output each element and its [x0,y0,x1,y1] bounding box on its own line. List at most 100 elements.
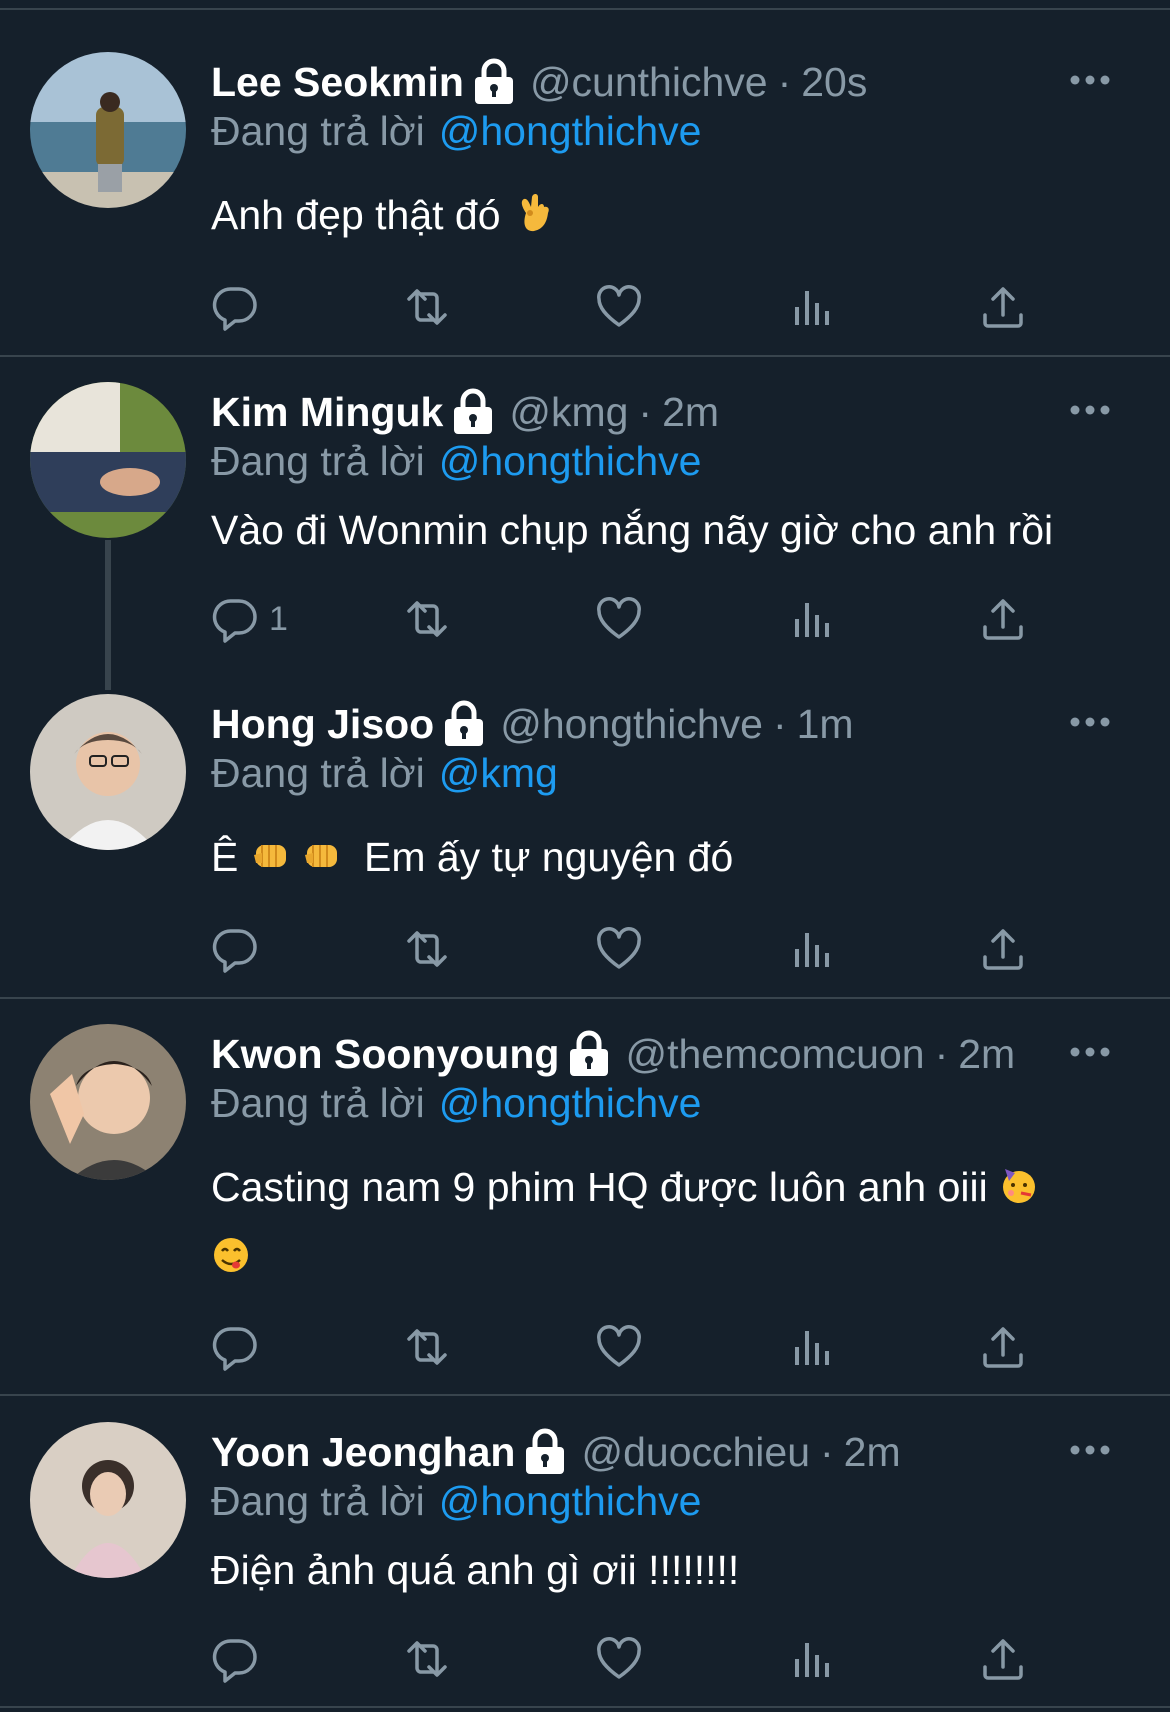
timestamp[interactable]: 2m [844,1428,901,1476]
yum-face-emoji-icon [211,1233,251,1277]
analytics-button[interactable] [787,924,835,974]
lock-icon [451,388,495,436]
avatar[interactable] [30,1422,186,1578]
avatar[interactable] [30,52,186,208]
separator: · [772,701,787,747]
analytics-button[interactable] [787,1634,835,1684]
more-options-icon[interactable] [1068,70,1112,90]
reply-icon [211,595,259,643]
like-icon [595,1635,643,1683]
separator: · [777,59,792,105]
like-icon [595,283,643,331]
reply-button[interactable] [211,1322,269,1372]
username[interactable]: @cunthichve [530,58,768,106]
retweet-icon [403,595,451,643]
top-divider [0,8,1170,10]
share-button[interactable] [979,924,1027,974]
more-options-icon[interactable] [1068,400,1112,420]
tweet-text: Điện ảnh quá anh gì ơii !!!!!!!! [211,1535,1111,1605]
more-options-icon[interactable] [1068,1042,1112,1062]
tweet-actions [211,924,1041,974]
share-button[interactable] [979,594,1027,644]
retweet-icon [403,1635,451,1683]
lock-icon [442,700,486,748]
tweet-actions [211,1634,1041,1684]
tweet-divider [0,1394,1170,1396]
replying-to-handle[interactable]: @hongthichve [439,1478,702,1524]
avatar[interactable] [30,382,186,538]
analytics-icon [787,283,835,331]
username[interactable]: @duocchieu [581,1428,810,1476]
timestamp[interactable]: 1m [797,700,854,748]
timestamp[interactable]: 20s [801,58,867,106]
timestamp[interactable]: 2m [958,1030,1015,1078]
replying-to-handle[interactable]: @hongthichve [439,1080,702,1126]
share-button[interactable] [979,282,1027,332]
reply-button[interactable] [211,1634,269,1684]
replying-to-handle[interactable]: @hongthichve [439,108,702,154]
retweet-button[interactable] [403,282,451,332]
tweet-header: Kwon Soonyoung @themcomcuon · 2m [211,1030,1015,1078]
ok-hand-emoji-icon [512,191,552,235]
tweet-header: Kim Minguk @kmg · 2m [211,388,719,436]
analytics-button[interactable] [787,282,835,332]
analytics-button[interactable] [787,1322,835,1372]
tweet-header: Lee Seokmin @cunthichve · 20s [211,58,867,106]
more-options-icon[interactable] [1068,1440,1112,1460]
lock-icon [472,58,516,106]
like-icon [595,925,643,973]
analytics-button[interactable] [787,594,835,644]
more-options-icon[interactable] [1068,712,1112,732]
username[interactable]: @hongthichve [500,700,763,748]
display-name[interactable]: Lee Seokmin [211,58,464,106]
timestamp[interactable]: 2m [662,388,719,436]
tweet-text: Ê Em ấy tự nguyện đó [211,822,1111,892]
share-button[interactable] [979,1634,1027,1684]
tweet-actions [211,1322,1041,1372]
username[interactable]: @themcomcuon [625,1030,924,1078]
display-name[interactable]: Kim Minguk [211,388,443,436]
tweet-text-content: Anh đẹp thật đó [211,192,501,238]
display-name[interactable]: Yoon Jeonghan [211,1428,515,1476]
retweet-icon [403,925,451,973]
thread-line [105,540,111,690]
replying-to: Đang trả lời @kmg [211,749,558,797]
like-button[interactable] [595,282,643,332]
replying-to-handle[interactable]: @kmg [439,750,558,796]
share-icon [979,595,1027,643]
reply-button[interactable]: 1 [211,594,288,644]
like-button[interactable] [595,1322,643,1372]
like-button[interactable] [595,1634,643,1684]
tweet-header: Hong Jisoo @hongthichve · 1m [211,700,854,748]
retweet-button[interactable] [403,594,451,644]
like-button[interactable] [595,594,643,644]
replying-to-handle[interactable]: @hongthichve [439,438,702,484]
retweet-button[interactable] [403,1322,451,1372]
replying-to-label: Đang trả lời [211,1478,425,1524]
analytics-icon [787,1635,835,1683]
reply-icon [211,283,259,331]
retweet-icon [403,1323,451,1371]
fist-bump-emoji-icon [250,833,290,877]
share-button[interactable] [979,1322,1027,1372]
reply-button[interactable] [211,282,269,332]
retweet-button[interactable] [403,1634,451,1684]
replying-to-label: Đang trả lời [211,1080,425,1126]
avatar[interactable] [30,1024,186,1180]
analytics-icon [787,925,835,973]
tweet-header: Yoon Jeonghan @duocchieu · 2m [211,1428,901,1476]
tweet-divider [0,997,1170,999]
tweet-text-prefix: Ê [211,834,239,880]
reply-button[interactable] [211,924,269,974]
avatar[interactable] [30,694,186,850]
lock-icon [567,1030,611,1078]
tweet-divider [0,1706,1170,1708]
like-button[interactable] [595,924,643,974]
replying-to: Đang trả lời @hongthichve [211,107,702,155]
analytics-icon [787,595,835,643]
fist-bump-emoji-icon [301,833,341,877]
username[interactable]: @kmg [509,388,628,436]
retweet-button[interactable] [403,924,451,974]
display-name[interactable]: Kwon Soonyoung [211,1030,559,1078]
display-name[interactable]: Hong Jisoo [211,700,434,748]
